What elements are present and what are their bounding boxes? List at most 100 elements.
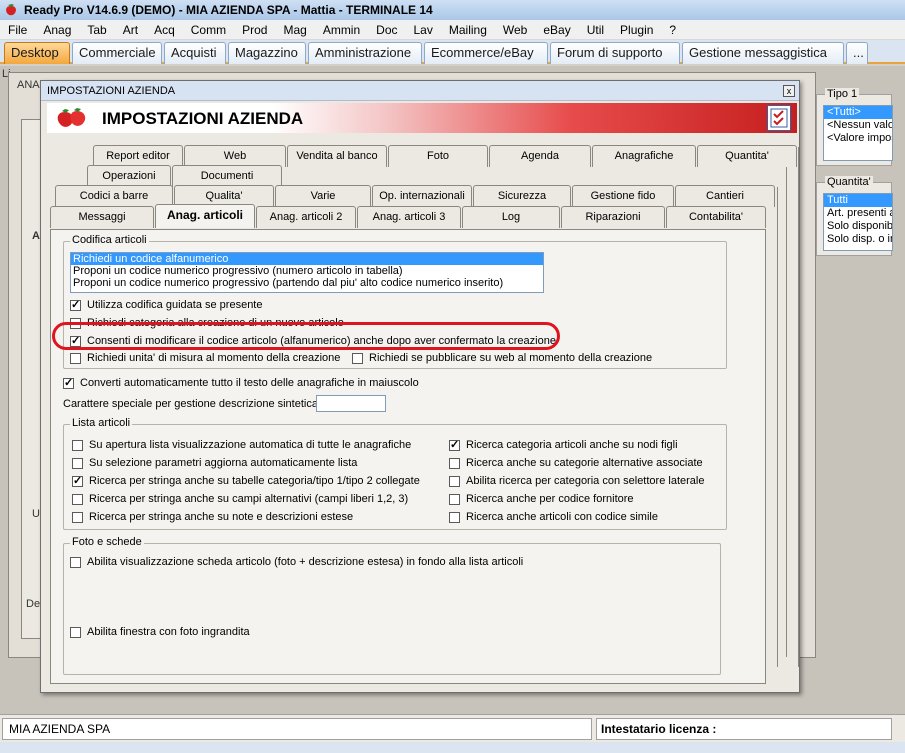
tab-varie[interactable]: Varie [275, 185, 371, 207]
menu-lav[interactable]: Lav [406, 20, 441, 40]
richiedi-unita-checkbox[interactable]: Richiedi unita' di misura al momento del… [70, 352, 340, 364]
tab-contabilita[interactable]: Contabilita' [666, 206, 766, 228]
richiedi-pubblicare-checkbox[interactable]: Richiedi se pubblicare su web al momento… [352, 352, 652, 364]
ricerca-nodi-figli-checkbox[interactable]: Ricerca categoria articoli anche su nodi… [449, 438, 678, 451]
tab-quantita[interactable]: Quantita' [697, 145, 797, 167]
tab-riparazioni[interactable]: Riparazioni [561, 206, 665, 228]
tipo-panel: Tipo 1 <Tutti> <Nessun valore> <Valore i… [816, 88, 893, 166]
tab-more[interactable]: ... [846, 42, 868, 64]
tipo-list[interactable]: <Tutti> <Nessun valore> <Valore impostat… [823, 105, 893, 161]
menu-comm[interactable]: Comm [183, 20, 234, 40]
list-item[interactable]: Proponi un codice numerico progressivo (… [71, 277, 543, 289]
checkbox-box[interactable] [449, 475, 460, 487]
checkbox-box[interactable] [449, 511, 460, 523]
tab-messaggistica[interactable]: Gestione messaggistica [682, 42, 844, 64]
tab-cantieri[interactable]: Cantieri [675, 185, 775, 207]
menu-util[interactable]: Util [579, 20, 612, 40]
codice-fornitore-checkbox[interactable]: Ricerca anche per codice fornitore [449, 493, 634, 505]
menu-art[interactable]: Art [115, 20, 146, 40]
checkbox-box[interactable] [72, 439, 83, 451]
ricerca-campi-alternativi-checkbox[interactable]: Ricerca per stringa anche su campi alter… [72, 493, 408, 505]
checkbox-label: Ricerca anche su categorie alternative a… [466, 457, 703, 469]
checkbox-box[interactable] [70, 298, 81, 311]
checkbox-label: Su apertura lista visualizzazione automa… [89, 439, 412, 451]
list-item[interactable]: <Nessun valore> [824, 119, 892, 132]
menu-anag[interactable]: Anag [35, 20, 79, 40]
menu-doc[interactable]: Doc [368, 20, 405, 40]
carattere-input[interactable] [316, 395, 386, 412]
checkbox-box[interactable] [449, 438, 460, 451]
checkbox-box[interactable] [72, 457, 83, 469]
menu-ammin[interactable]: Ammin [315, 20, 368, 40]
tab-documenti[interactable]: Documenti [172, 165, 282, 187]
scheda-articolo-checkbox[interactable]: Abilita visualizzazione scheda articolo … [70, 556, 523, 568]
utilizza-codifica-checkbox[interactable]: Utilizza codifica guidata se presente [70, 298, 262, 311]
tab-anag-articoli-2[interactable]: Anag. articoli 2 [256, 206, 356, 228]
tab-ecommerce[interactable]: Ecommerce/eBay [424, 42, 548, 64]
window-title: Ready Pro V14.6.9 (DEMO) - MIA AZIENDA S… [24, 3, 433, 17]
checkbox-box[interactable] [70, 556, 81, 568]
selettore-laterale-checkbox[interactable]: Abilita ricerca per categoria con selett… [449, 475, 704, 487]
menu-plugin[interactable]: Plugin [612, 20, 661, 40]
codice-simile-checkbox[interactable]: Ricerca anche articoli con codice simile [449, 511, 658, 523]
ricerca-note-checkbox[interactable]: Ricerca per stringa anche su note e desc… [72, 511, 353, 523]
checkbox-box[interactable] [449, 493, 460, 505]
checkbox-box[interactable] [449, 457, 460, 469]
checkbox-box[interactable] [72, 493, 83, 505]
ricerca-tabelle-checkbox[interactable]: Ricerca per stringa anche su tabelle cat… [72, 474, 420, 487]
list-item[interactable]: Solo disp. o in [824, 233, 892, 246]
tab-foto[interactable]: Foto [388, 145, 488, 167]
tab-sicurezza[interactable]: Sicurezza [473, 185, 571, 207]
tab-vendita-banco[interactable]: Vendita al banco [287, 145, 387, 167]
menu-mailing[interactable]: Mailing [441, 20, 495, 40]
menu-prod[interactable]: Prod [234, 20, 275, 40]
tab-acquisti[interactable]: Acquisti [164, 42, 226, 64]
checkbox-box[interactable] [70, 352, 81, 364]
list-item[interactable]: Tutti [824, 194, 892, 207]
tab-anag-articoli-3[interactable]: Anag. articoli 3 [357, 206, 461, 228]
list-item[interactable]: <Tutti> [824, 106, 892, 119]
selezione-parametri-checkbox[interactable]: Su selezione parametri aggiorna automati… [72, 457, 357, 469]
checkbox-box[interactable] [352, 352, 363, 364]
checkbox-box[interactable] [72, 474, 83, 487]
list-item[interactable]: Art. presenti a [824, 207, 892, 220]
strawberry-icon [6, 4, 16, 16]
menu-acq[interactable]: Acq [146, 20, 183, 40]
tab-web[interactable]: Web [184, 145, 286, 167]
menu-web[interactable]: Web [495, 20, 535, 40]
tab-op-internazionali[interactable]: Op. internazionali [372, 185, 472, 207]
converti-maiuscolo-checkbox[interactable]: Converti automaticamente tutto il testo … [63, 376, 419, 389]
menu-help[interactable]: ? [661, 20, 684, 40]
tab-anag-articoli[interactable]: Anag. articoli [155, 204, 255, 228]
tab-log[interactable]: Log [462, 206, 560, 228]
tab-desktop[interactable]: Desktop [4, 42, 70, 64]
tab-amministrazione[interactable]: Amministrazione [308, 42, 422, 64]
tab-commerciale[interactable]: Commerciale [72, 42, 162, 64]
list-item[interactable]: Richiedi un codice alfanumerico [71, 253, 543, 265]
list-item[interactable]: Solo disponibili [824, 220, 892, 233]
codifica-listbox[interactable]: Richiedi un codice alfanumerico Proponi … [70, 252, 544, 293]
checkbox-box[interactable] [63, 376, 74, 389]
tab-operazioni[interactable]: Operazioni [87, 165, 171, 187]
list-item[interactable]: Proponi un codice numerico progressivo (… [71, 265, 543, 277]
tab-magazzino[interactable]: Magazzino [228, 42, 306, 64]
close-icon[interactable]: x [783, 85, 795, 97]
apertura-lista-checkbox[interactable]: Su apertura lista visualizzazione automa… [72, 439, 411, 451]
tab-anagrafiche[interactable]: Anagrafiche [592, 145, 696, 167]
menu-mag[interactable]: Mag [275, 20, 314, 40]
codifica-label: Codifica articoli [70, 234, 149, 246]
checkbox-box[interactable] [72, 511, 83, 523]
tab-gestione-fido[interactable]: Gestione fido [572, 185, 674, 207]
ricerca-categorie-alternative-checkbox[interactable]: Ricerca anche su categorie alternative a… [449, 457, 703, 469]
foto-ingrandita-checkbox[interactable]: Abilita finestra con foto ingrandita [70, 626, 250, 638]
quantita-list[interactable]: Tutti Art. presenti a Solo disponibili S… [823, 193, 893, 251]
tab-messaggi[interactable]: Messaggi [50, 206, 154, 228]
list-item[interactable]: <Valore impostato> [824, 132, 892, 145]
checkbox-box[interactable] [70, 626, 81, 638]
tab-report-editor[interactable]: Report editor [93, 145, 183, 167]
menu-file[interactable]: File [0, 20, 35, 40]
menu-tab[interactable]: Tab [79, 20, 114, 40]
menu-ebay[interactable]: eBay [535, 20, 578, 40]
tab-agenda[interactable]: Agenda [489, 145, 591, 167]
tab-forum[interactable]: Forum di supporto [550, 42, 680, 64]
